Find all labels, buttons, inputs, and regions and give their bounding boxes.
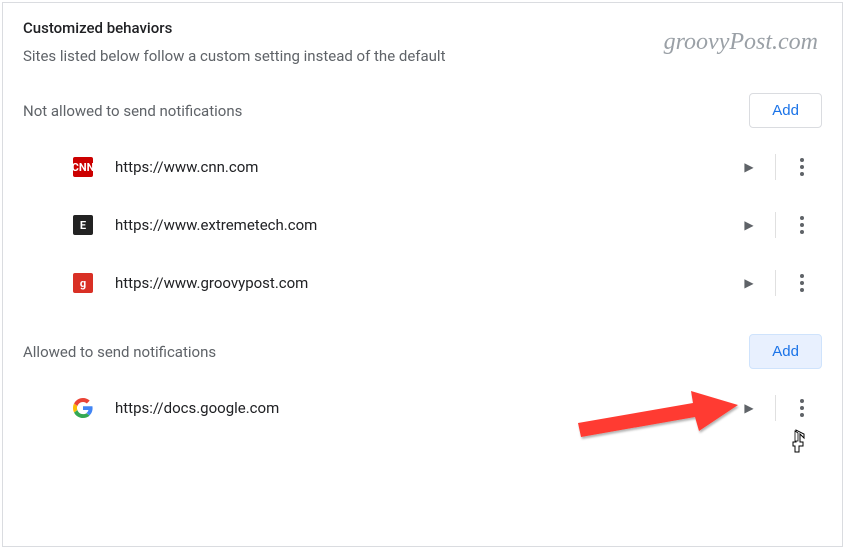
favicon-cnn-icon: CNN (73, 157, 93, 177)
more-menu-icon[interactable] (782, 216, 822, 234)
site-row[interactable]: https://docs.google.com ▶ (3, 379, 842, 437)
site-row[interactable]: CNN https://www.cnn.com ▶ (3, 138, 842, 196)
divider (775, 395, 776, 421)
allowed-label: Allowed to send notifications (23, 343, 216, 361)
more-menu-icon[interactable] (782, 274, 822, 292)
section-title: Customized behaviors (3, 3, 842, 43)
site-url: https://www.cnn.com (115, 158, 729, 176)
row-actions: ▶ (729, 270, 822, 296)
section-subtitle: Sites listed below follow a custom setti… (3, 43, 842, 83)
site-url: https://www.extremetech.com (115, 216, 729, 234)
row-actions: ▶ (729, 154, 822, 180)
favicon-groovypost-icon: g (73, 273, 93, 293)
more-menu-icon[interactable] (782, 158, 822, 176)
row-actions: ▶ (729, 212, 822, 238)
divider (775, 270, 776, 296)
divider (775, 154, 776, 180)
blocked-section-header: Not allowed to send notifications Add (3, 83, 842, 138)
site-row[interactable]: E https://www.extremetech.com ▶ (3, 196, 842, 254)
details-arrow-icon[interactable]: ▶ (729, 218, 769, 232)
site-url: https://docs.google.com (115, 399, 729, 417)
site-row[interactable]: g https://www.groovypost.com ▶ (3, 254, 842, 312)
add-allowed-button[interactable]: Add (749, 334, 822, 369)
blocked-label: Not allowed to send notifications (23, 102, 242, 120)
divider (775, 212, 776, 238)
add-blocked-button[interactable]: Add (749, 93, 822, 128)
favicon-google-icon (73, 398, 93, 418)
settings-panel: groovyPost.com Customized behaviors Site… (2, 2, 843, 547)
favicon-extremetech-icon: E (73, 215, 93, 235)
site-url: https://www.groovypost.com (115, 274, 729, 292)
row-actions: ▶ (729, 395, 822, 421)
more-menu-icon[interactable] (782, 399, 822, 417)
details-arrow-icon[interactable]: ▶ (729, 401, 769, 415)
details-arrow-icon[interactable]: ▶ (729, 276, 769, 290)
allowed-section-header: Allowed to send notifications Add (3, 312, 842, 379)
details-arrow-icon[interactable]: ▶ (729, 160, 769, 174)
